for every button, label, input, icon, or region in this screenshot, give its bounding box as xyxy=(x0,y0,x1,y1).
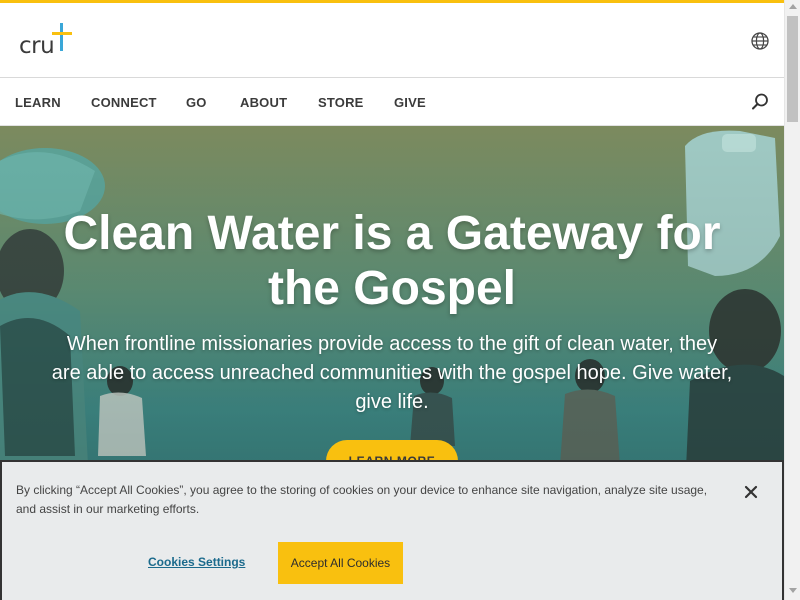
nav-item-give[interactable]: GIVE xyxy=(394,95,426,110)
page: cru LEARN CONNECT GO ABOUT STORE GIVE Cl… xyxy=(0,0,800,600)
nav-item-store[interactable]: STORE xyxy=(318,95,364,110)
scroll-up-arrow-icon[interactable] xyxy=(789,4,797,9)
main-nav: LEARN CONNECT GO ABOUT STORE GIVE xyxy=(0,79,784,126)
logo-text: cru xyxy=(19,33,55,59)
scroll-down-arrow-icon[interactable] xyxy=(789,588,797,593)
search-icon[interactable] xyxy=(750,92,770,112)
scrollbar-thumb[interactable] xyxy=(787,16,798,122)
cross-icon xyxy=(52,23,72,51)
page-scrollbar[interactable] xyxy=(784,0,800,600)
accept-all-cookies-button[interactable]: Accept All Cookies xyxy=(278,542,403,584)
site-header: cru xyxy=(0,3,784,78)
cookie-consent-text: By clicking “Accept All Cookies”, you ag… xyxy=(16,483,708,516)
nav-item-about[interactable]: ABOUT xyxy=(240,95,287,110)
hero-subtitle: When frontline missionaries provide acce… xyxy=(51,333,733,413)
cookie-banner: By clicking “Accept All Cookies”, you ag… xyxy=(0,460,784,600)
hero-title: Clean Water is a Gateway for the Gospel xyxy=(63,207,721,315)
nav-item-connect[interactable]: CONNECT xyxy=(91,95,157,110)
nav-item-learn[interactable]: LEARN xyxy=(15,95,61,110)
nav-item-go[interactable]: GO xyxy=(186,95,207,110)
globe-icon[interactable] xyxy=(750,31,770,51)
close-icon[interactable] xyxy=(743,484,759,500)
cookies-settings-link[interactable]: Cookies Settings xyxy=(148,555,245,569)
cru-logo[interactable]: cru xyxy=(19,23,79,63)
